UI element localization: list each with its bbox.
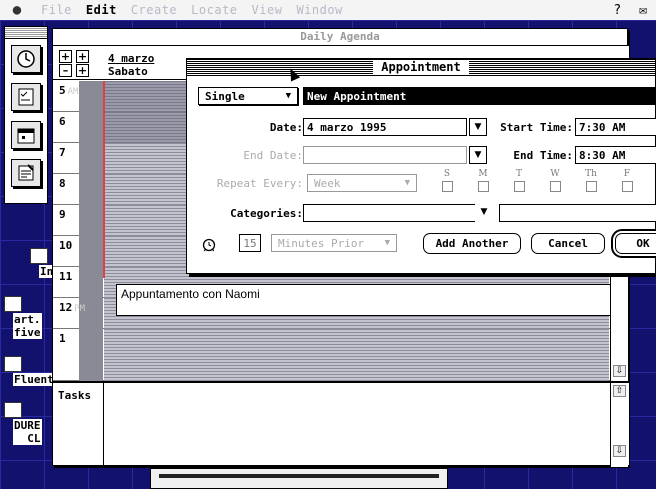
menu-file[interactable]: File [34,3,79,17]
ok-button[interactable]: OK [615,233,656,254]
alarm-unit-popup[interactable]: Minutes Prior ▼ [271,234,397,252]
start-time-field[interactable]: 7:30 AM [575,118,656,136]
appointment-event[interactable]: Appuntamento con Naomi [116,284,611,316]
application-menu-icon[interactable]: ✉ [630,3,656,18]
document-icon [4,296,22,312]
appointment-type-popup[interactable]: Single ▼ [198,87,298,105]
scroll-up-arrow-icon[interactable]: ⇧ [613,385,626,397]
hour-label: 8 [59,177,66,190]
weekday-checkbox-wed[interactable]: W [545,169,565,192]
tasks-pane: Tasks ⇧ ⇩ [53,381,629,467]
apple-menu-icon[interactable]: ● [0,2,34,18]
current-time-line [103,81,105,278]
menubar: ● File Edit Create Locate View Window ? … [0,0,656,21]
weekday-checkbox-mon[interactable]: M [473,169,493,192]
date-field[interactable]: 4 marzo 1995 [303,118,467,136]
hour-label: 6 [59,115,66,128]
notepad-icon[interactable] [11,159,41,187]
weekday-checkbox-sun[interactable]: S [437,169,457,192]
hour-label: 5 AM [59,84,79,97]
triangle-down-icon: ▼ [384,238,390,248]
end-date-dropdown-button[interactable]: ▼ [469,146,487,164]
repeat-every-label: Repeat Every: [216,177,303,190]
desktop-icon-inte[interactable]: Inte [30,248,68,278]
document-icon [30,248,48,264]
hour-label: 12 PM [59,301,86,314]
desktop-icon-art-five[interactable]: art. five [4,296,42,339]
categories-label: Categories: [230,207,303,220]
alarm-clock-icon[interactable] [201,236,217,252]
triangle-down-icon: ▼ [474,150,482,160]
end-time-field[interactable]: 8:30 AM [575,146,656,164]
tasks-scrollbar[interactable]: ⇧ ⇩ [610,383,628,467]
hour-slot[interactable] [104,329,609,381]
tasks-divider [103,383,104,467]
desktop-icon-fluent[interactable]: Fluent [4,356,55,386]
dialog-title-bar[interactable]: Appointment [187,59,655,76]
add-another-button[interactable]: Add Another [423,233,521,254]
background-window[interactable] [150,468,448,489]
document-icon [4,356,22,372]
hour-label: 7 [59,146,66,159]
categories-secondary-field[interactable] [499,204,656,222]
end-time-label: End Time: [513,149,573,162]
weekday-checkbox-thu[interactable]: Th [581,169,601,192]
palette-title-bar[interactable] [5,27,47,39]
plus-button[interactable]: + [76,50,89,63]
clock-icon[interactable] [11,45,41,73]
triangle-down-icon: ▼ [480,207,488,217]
hour-label: 1 [59,332,66,345]
triangle-down-icon: ▼ [285,91,291,101]
hour-label: 9 [59,208,66,221]
menu-create[interactable]: Create [124,3,184,17]
triangle-down-icon: ▼ [404,178,410,188]
add-button[interactable]: + [76,64,89,77]
window-title[interactable]: Daily Agenda [53,29,627,46]
alarm-minutes-field[interactable]: 15 [239,234,261,252]
categories-field[interactable] [303,204,493,222]
todo-list-icon[interactable] [11,83,41,111]
appointment-dialog: Appointment Single ▼ New Appointment Date… [186,58,656,274]
categories-dropdown-button[interactable]: ▼ [475,204,493,222]
next-day-button[interactable]: + [59,50,72,63]
menu-window[interactable]: Window [289,3,349,17]
calendar-icon[interactable] [11,121,41,149]
tool-palette [4,26,48,204]
dialog-title: Appointment [373,60,469,74]
cancel-button[interactable]: Cancel [531,233,605,254]
previous-day-button[interactable]: – [59,64,72,77]
hour-label: 10 [59,239,73,252]
hour-row[interactable]: 1 [53,329,628,381]
scroll-down-arrow-icon[interactable]: ⇩ [613,365,626,377]
date-dropdown-button[interactable]: ▼ [469,118,487,136]
desktop-icon-dure-cl[interactable]: DURE CL [4,402,42,445]
folder-icon [4,402,22,418]
menu-view[interactable]: View [245,3,290,17]
window-bar [159,474,439,478]
end-date-field[interactable] [303,146,467,164]
weekday-checkbox-tue[interactable]: T [509,169,529,192]
help-menu-icon[interactable]: ? [604,3,630,18]
date-label: Date: [269,121,303,134]
weekday-label: Sabato [108,65,148,78]
hour-label: 11 [59,270,73,283]
triangle-down-icon: ▼ [474,122,482,132]
menu-locate[interactable]: Locate [184,3,244,17]
tasks-label: Tasks [58,389,92,402]
repeat-interval-popup[interactable]: Week ▼ [307,174,417,192]
scroll-down-arrow-icon[interactable]: ⇩ [613,445,626,457]
start-time-label: Start Time: [500,121,573,134]
end-date-label: End Date: [243,149,303,162]
appointment-name-field[interactable]: New Appointment [303,87,656,105]
menu-edit[interactable]: Edit [79,3,124,17]
event-title: Appuntamento con Naomi [121,287,260,301]
date-link[interactable]: 4 marzo [108,52,154,65]
weekday-checkbox-fri[interactable]: F [617,169,637,192]
